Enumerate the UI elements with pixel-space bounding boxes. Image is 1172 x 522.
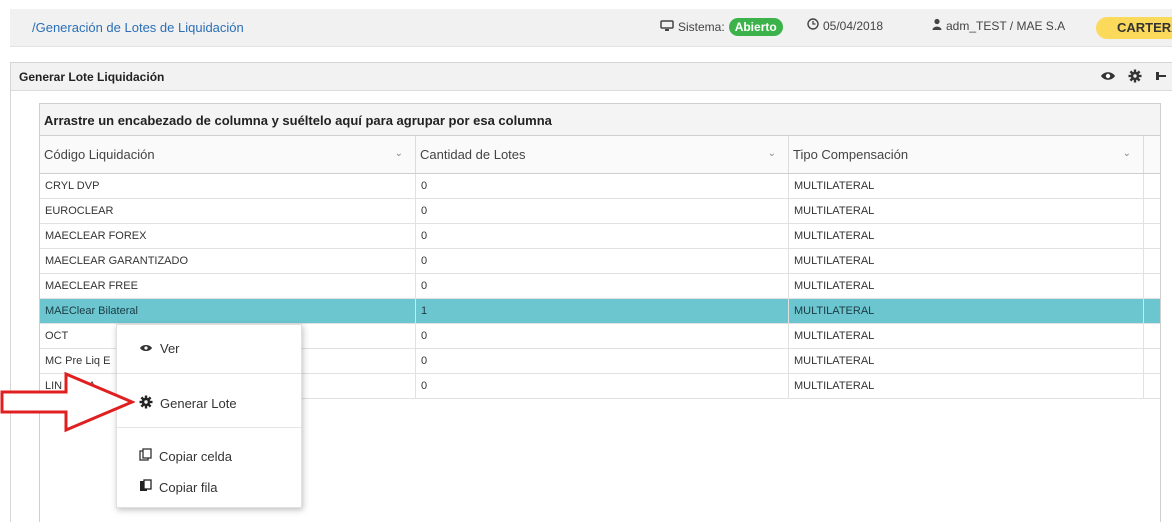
panel-title: Generar Lote Liquidación (19, 70, 165, 84)
cell-codigo[interactable]: MAECLEAR GARANTIZADO (40, 249, 416, 273)
cell-tipo[interactable]: MULTILATERAL (789, 324, 1144, 348)
column-header-label: Tipo Compensación (793, 147, 909, 162)
menu-item-label: Generar Lote (160, 396, 237, 411)
system-label: Sistema: (678, 20, 725, 34)
panel-header: Generar Lote Liquidación (11, 63, 1172, 91)
table-row[interactable]: MAECLEAR FREE 0 MULTILATERAL (40, 274, 1160, 299)
cell-cantidad[interactable]: 1 (416, 299, 789, 323)
eye-icon (139, 341, 153, 356)
grid-header-row: Código Liquidación ⌄ Cantidad de Lotes ⌄… (40, 136, 1160, 174)
cell-tipo[interactable]: MULTILATERAL (789, 174, 1144, 198)
panel-tools (1100, 69, 1170, 83)
chevron-down-icon[interactable]: ⌄ (395, 148, 403, 159)
menu-item-copiar-fila[interactable]: Copiar fila (139, 479, 218, 495)
pin-icon[interactable] (1156, 69, 1170, 83)
cell-cantidad[interactable]: 0 (416, 324, 789, 348)
column-header-tipo[interactable]: Tipo Compensación ⌄ (789, 136, 1144, 173)
column-header-cantidad[interactable]: Cantidad de Lotes ⌄ (416, 136, 789, 173)
date-display: 05/04/2018 (807, 18, 883, 33)
top-bar: /Generación de Lotes de Liquidación Sist… (10, 9, 1172, 47)
cell-cantidad[interactable]: 0 (416, 249, 789, 273)
table-row[interactable]: MAECLEAR GARANTIZADO 0 MULTILATERAL (40, 249, 1160, 274)
date-text: 05/04/2018 (823, 18, 884, 33)
column-header-label: Cantidad de Lotes (420, 147, 526, 162)
table-row-selected[interactable]: MAEClear Bilateral 1 MULTILATERAL (40, 299, 1160, 324)
table-row[interactable]: EUROCLEAR 0 MULTILATERAL (40, 199, 1160, 224)
cell-tipo[interactable]: MULTILATERAL (789, 199, 1144, 223)
gear-icon (139, 395, 153, 412)
copy-icon (139, 448, 152, 464)
menu-item-label: Copiar celda (159, 448, 232, 464)
cell-tipo[interactable]: MULTILATERAL (789, 274, 1144, 298)
cell-cantidad[interactable]: 0 (416, 274, 789, 298)
chevron-down-icon[interactable]: ⌄ (768, 148, 776, 159)
cell-codigo[interactable]: MAEClear Bilateral (40, 299, 416, 323)
menu-item-copiar-celda[interactable]: Copiar celda (139, 448, 232, 464)
monitor-icon (660, 19, 674, 35)
menu-item-label: Copiar fila (159, 479, 218, 495)
group-by-drop-zone[interactable]: Arrastre un encabezado de columna y suél… (40, 104, 1160, 136)
eye-icon[interactable] (1100, 69, 1115, 83)
breadcrumb[interactable]: /Generación de Lotes de Liquidación (32, 20, 244, 35)
cell-codigo[interactable]: MAECLEAR FREE (40, 274, 416, 298)
cell-codigo[interactable]: MAECLEAR FOREX (40, 224, 416, 248)
cell-cantidad[interactable]: 0 (416, 349, 789, 373)
menu-item-label: Ver (160, 341, 180, 356)
cell-tipo[interactable]: MULTILATERAL (789, 374, 1144, 398)
user-text: adm_TEST / MAE S.A (946, 18, 1066, 33)
cell-tipo[interactable]: MULTILATERAL (789, 224, 1144, 248)
cell-tipo[interactable]: MULTILATERAL (789, 349, 1144, 373)
status-badge: Abierto (728, 18, 783, 36)
cell-cantidad[interactable]: 0 (416, 199, 789, 223)
cell-tipo[interactable]: MULTILATERAL (789, 299, 1144, 323)
cell-codigo[interactable]: EUROCLEAR (40, 199, 416, 223)
column-header-label: Código Liquidación (44, 147, 155, 162)
user-display[interactable]: adm_TEST / MAE S.A (932, 18, 1065, 33)
menu-divider (117, 427, 301, 428)
clock-icon (807, 18, 819, 33)
cell-cantidad[interactable]: 0 (416, 374, 789, 398)
gear-icon[interactable] (1128, 69, 1142, 83)
cell-tipo[interactable]: MULTILATERAL (789, 249, 1144, 273)
chevron-down-icon[interactable]: ⌄ (1123, 148, 1131, 159)
column-header-codigo[interactable]: Código Liquidación ⌄ (40, 136, 416, 173)
table-row[interactable]: CRYL DVP 0 MULTILATERAL (40, 174, 1160, 199)
cell-codigo[interactable]: CRYL DVP (40, 174, 416, 198)
user-icon (932, 18, 942, 33)
menu-divider (117, 373, 301, 374)
copy-row-icon (139, 479, 152, 495)
annotation-arrow (0, 371, 136, 439)
context-menu: Ver Generar Lote Copiar celda Copiar fil… (116, 324, 302, 508)
table-row[interactable]: MAECLEAR FOREX 0 MULTILATERAL (40, 224, 1160, 249)
cell-cantidad[interactable]: 0 (416, 224, 789, 248)
menu-item-generar-lote[interactable]: Generar Lote (139, 395, 237, 412)
menu-item-ver[interactable]: Ver (139, 341, 180, 356)
cartera-badge[interactable]: CARTERA (1096, 17, 1172, 39)
system-status: Sistema: Abierto (660, 18, 783, 36)
cell-cantidad[interactable]: 0 (416, 174, 789, 198)
